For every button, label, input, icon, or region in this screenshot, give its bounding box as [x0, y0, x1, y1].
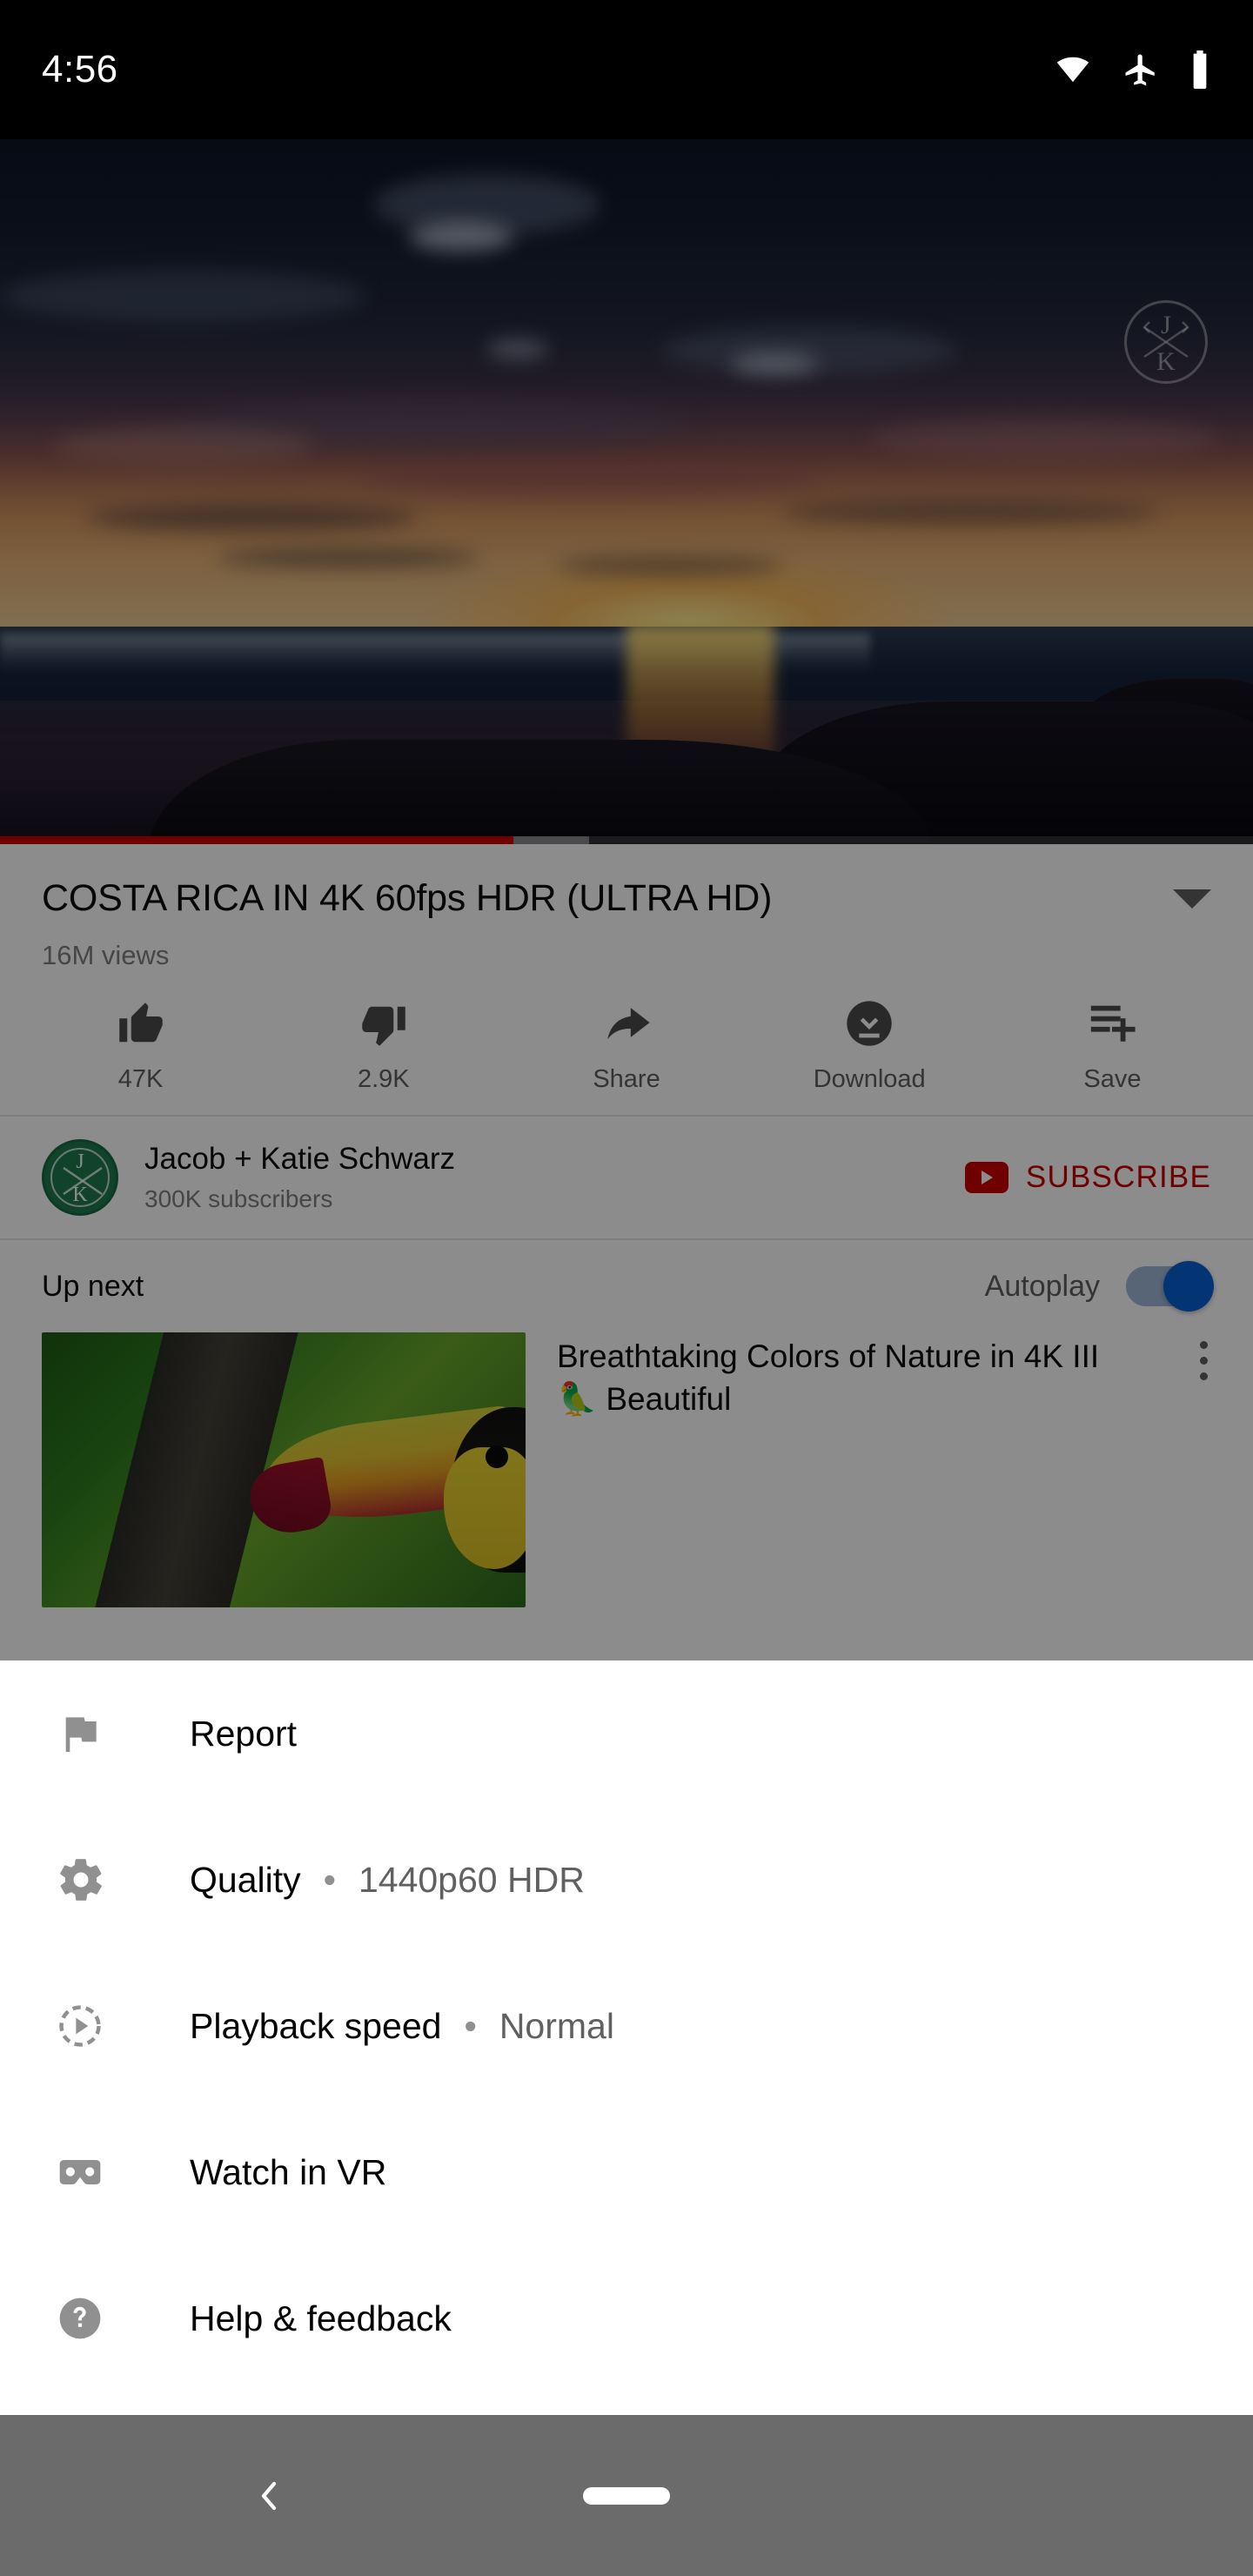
gear-icon [56, 1855, 139, 1905]
sheet-item-playback-speed[interactable]: Playback speed • Normal [0, 1953, 1253, 2099]
sheet-item-help-and-feedback[interactable]: Help & feedback [0, 2245, 1253, 2392]
sheet-item-title: Playback speed [190, 2005, 442, 2046]
phone-screen: 4:56 J K COSTA RICA IN 4K 60fps HDR (ULT… [0, 0, 1253, 2576]
sheet-item-title: Report [190, 1713, 298, 1754]
status-bar-icons [1053, 50, 1211, 89]
chevron-left-icon[interactable] [248, 2475, 290, 2517]
sheet-item-labels: Report [190, 1714, 297, 1754]
help-circle-icon [56, 2294, 139, 2343]
status-bar-clock: 4:56 [42, 48, 118, 91]
sheet-item-title: Help & feedback [190, 2298, 452, 2338]
sheet-item-labels: Watch in VR [190, 2152, 386, 2193]
sheet-item-watch-in-vr[interactable]: Watch in VR [0, 2099, 1253, 2245]
flag-icon [56, 1709, 139, 1758]
sheet-item-labels: Quality • 1440p60 HDR [190, 1860, 585, 1901]
options-bottom-sheet: Report Quality • 1440p60 HDR Playback sp… [0, 1660, 1253, 2415]
status-bar: 4:56 [0, 0, 1253, 139]
sheet-item-separator: • [464, 2005, 477, 2046]
sheet-item-labels: Help & feedback [190, 2298, 452, 2339]
sheet-item-labels: Playback speed • Normal [190, 2006, 614, 2047]
sheet-item-title: Watch in VR [190, 2151, 387, 2192]
sheet-item-value: Normal [499, 2005, 614, 2046]
playback-speed-icon [56, 2002, 139, 2050]
airplane-mode-icon [1125, 54, 1155, 86]
sheet-item-separator: • [323, 1859, 336, 1900]
battery-icon [1193, 50, 1207, 89]
vr-cardboard-icon [56, 2148, 139, 2197]
sheet-item-quality[interactable]: Quality • 1440p60 HDR [0, 1807, 1253, 1953]
system-navigation-bar [0, 2415, 1253, 2576]
sheet-item-value: 1440p60 HDR [358, 1859, 585, 1900]
wifi-icon [1056, 57, 1089, 83]
sheet-item-title: Quality [190, 1859, 301, 1900]
home-gesture-pill[interactable] [583, 2486, 670, 2505]
sheet-item-report[interactable]: Report [0, 1660, 1253, 1807]
